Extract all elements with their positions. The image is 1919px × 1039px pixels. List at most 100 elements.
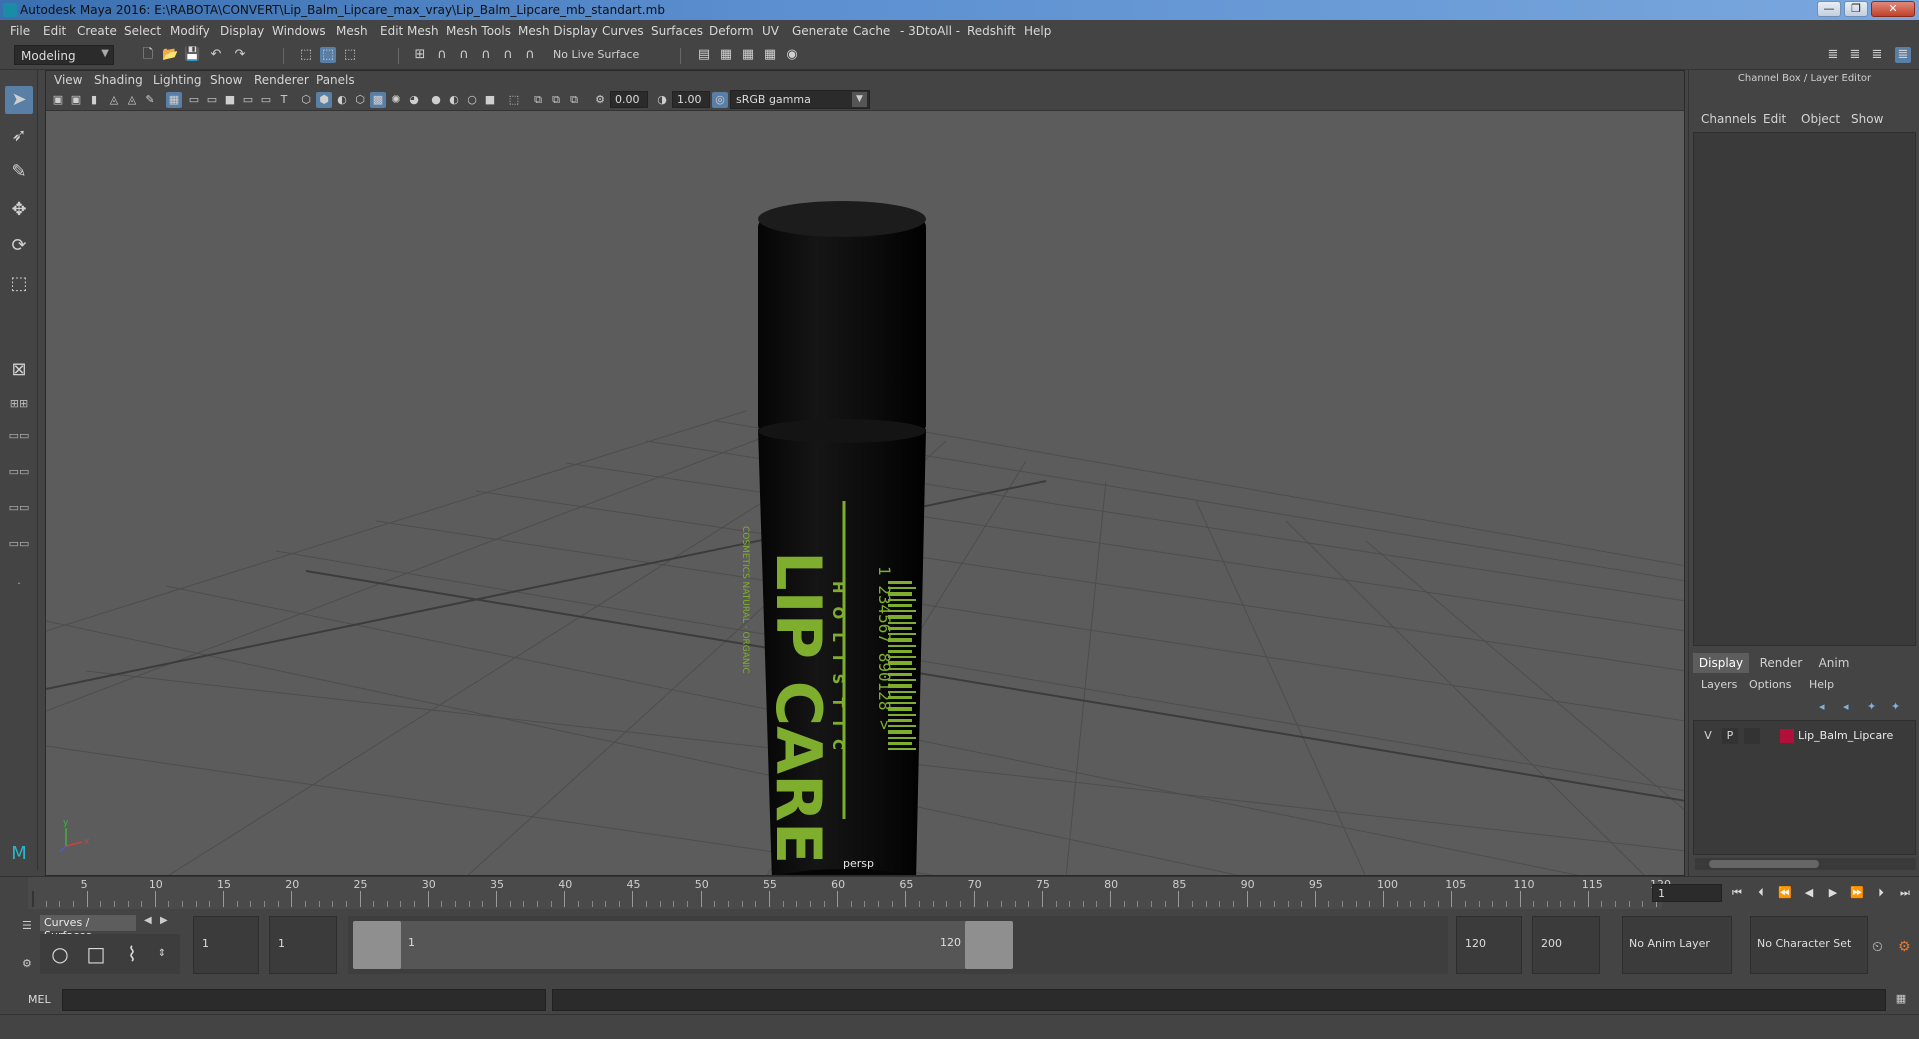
shelf-settings-icon[interactable]: ⚙: [22, 957, 32, 970]
script-editor-icon[interactable]: ▦: [1893, 992, 1909, 1008]
nurbs-square-icon[interactable]: □: [84, 942, 108, 966]
playback-end-field[interactable]: 120: [1456, 916, 1522, 974]
go-to-start-icon[interactable]: ⏮: [1728, 885, 1746, 901]
nurbs-circle-icon[interactable]: ○: [48, 942, 72, 966]
scrollbar-thumb[interactable]: [1709, 860, 1819, 868]
bookmark-icon[interactable]: ▮: [86, 92, 102, 108]
shelf-menu-icon[interactable]: ☰: [22, 919, 32, 932]
layer-list-scrollbar[interactable]: [1695, 858, 1916, 870]
textured-icon[interactable]: ▩: [370, 92, 386, 108]
menu-file[interactable]: File: [10, 24, 30, 38]
select-object-icon[interactable]: ⬚: [320, 47, 336, 63]
color-management-icon[interactable]: ◎: [712, 92, 728, 108]
menu-edit[interactable]: Edit: [43, 24, 66, 38]
menu-select[interactable]: Select: [124, 24, 161, 38]
play-forwards-icon[interactable]: ▶: [1824, 885, 1842, 901]
menu-generate[interactable]: Generate: [792, 24, 848, 38]
step-forward-frame-icon[interactable]: ⏵: [1872, 885, 1890, 901]
new-layer-icon[interactable]: ✦: [1867, 700, 1876, 713]
playback-start-field[interactable]: 1: [269, 916, 337, 974]
layer-visibility-toggle[interactable]: V: [1700, 728, 1716, 744]
move-layer-up-icon[interactable]: ◂: [1819, 700, 1825, 713]
exposure-field[interactable]: 0.00: [610, 91, 648, 108]
time-slider-track[interactable]: 5 10 15 20 25 30 35 40 45 50 55 60 65 70 75 80 85 90 95 100…: [28, 877, 1671, 921]
step-forward-key-icon[interactable]: ⏩: [1848, 885, 1866, 901]
channel-box[interactable]: [1693, 132, 1916, 646]
tab-anim[interactable]: Anim: [1809, 653, 1859, 673]
viewport-menu-panels[interactable]: Panels: [316, 73, 355, 87]
animation-end-field[interactable]: 200: [1532, 916, 1600, 974]
snap-surface-icon[interactable]: ∩: [500, 47, 516, 63]
wireframe-icon[interactable]: ⬡: [298, 92, 314, 108]
rotate-tool-icon[interactable]: ⟳: [5, 232, 33, 260]
menu-mesh-tools[interactable]: Mesh Tools: [446, 24, 511, 38]
channel-box-icon[interactable]: ≣: [1895, 47, 1911, 63]
shelf-prev-icon[interactable]: ◀: [144, 915, 152, 926]
menu-surfaces[interactable]: Surfaces: [651, 24, 703, 38]
options-menu[interactable]: Options: [1749, 678, 1791, 691]
menu-3dtoall[interactable]: - 3DtoAll -: [900, 24, 960, 38]
single-perspective-layout-icon[interactable]: ⊠: [5, 356, 33, 384]
layers-menu[interactable]: Layers: [1701, 678, 1737, 691]
motion-blur-icon[interactable]: ◐: [446, 92, 462, 108]
save-scene-icon[interactable]: 💾: [184, 47, 200, 63]
animation-start-field[interactable]: 1: [193, 916, 259, 974]
menu-deform[interactable]: Deform: [709, 24, 754, 38]
select-hierarchy-icon[interactable]: ⬚: [298, 47, 314, 63]
time-slider[interactable]: 5 10 15 20 25 30 35 40 45 50 55 60 65 70 75 80 85 90 95 100…: [0, 876, 1919, 921]
play-backwards-icon[interactable]: ◀: [1800, 885, 1818, 901]
menu-windows[interactable]: Windows: [272, 24, 326, 38]
xray-components-icon[interactable]: ⧉: [566, 92, 582, 108]
show-menu[interactable]: Show: [1851, 112, 1883, 126]
open-scene-icon[interactable]: 📂: [162, 47, 178, 63]
attribute-editor-icon[interactable]: ≣: [1847, 47, 1863, 63]
object-menu[interactable]: Object: [1801, 112, 1840, 126]
undo-icon[interactable]: ↶: [208, 47, 224, 63]
field-chart-icon[interactable]: ▭: [240, 92, 256, 108]
edit-menu[interactable]: Edit: [1763, 112, 1786, 126]
use-all-lights-icon[interactable]: ✺: [388, 92, 404, 108]
anti-aliasing-icon[interactable]: ○: [464, 92, 480, 108]
gate-mask-icon[interactable]: ■: [222, 92, 238, 108]
viewport-menu-view[interactable]: View: [54, 73, 82, 87]
camera-select-icon[interactable]: ▣: [50, 92, 66, 108]
character-set-dropdown[interactable]: No Character Set: [1750, 916, 1868, 974]
2d-pan-zoom-icon[interactable]: ◬: [124, 92, 140, 108]
shelf-tab-curves-surfaces[interactable]: Curves / Surfaces: [40, 915, 136, 942]
grid-toggle-icon[interactable]: ▦: [166, 92, 182, 108]
menu-create[interactable]: Create: [77, 24, 117, 38]
isolate-select-icon[interactable]: ⬚: [506, 92, 522, 108]
go-to-end-icon[interactable]: ⏭: [1896, 885, 1914, 901]
current-time-indicator[interactable]: 1: [28, 891, 35, 921]
new-layer-selected-icon[interactable]: ✦: [1891, 700, 1900, 713]
snap-point-icon[interactable]: ∩: [456, 47, 472, 63]
close-button[interactable]: ✕: [1871, 1, 1915, 17]
move-layer-down-icon[interactable]: ◂: [1843, 700, 1849, 713]
gamma-field[interactable]: 1.00: [672, 91, 710, 108]
snap-live-icon[interactable]: ∩: [522, 47, 538, 63]
redo-icon[interactable]: ↷: [232, 47, 248, 63]
more-layouts-icon[interactable]: ·: [6, 576, 32, 592]
select-tool-icon[interactable]: ➤: [5, 86, 33, 114]
hypershade-layout-icon[interactable]: ▭▭: [6, 500, 32, 516]
render-settings-icon[interactable]: ▤: [696, 47, 712, 63]
use-default-material-icon[interactable]: ◐: [334, 92, 350, 108]
menu-help[interactable]: Help: [1024, 24, 1051, 38]
view-transform-dropdown[interactable]: sRGB gamma ▼: [730, 90, 870, 109]
menu-uv[interactable]: UV: [762, 24, 779, 38]
tool-settings-icon[interactable]: ≣: [1869, 47, 1885, 63]
step-back-key-icon[interactable]: ⏪: [1776, 885, 1794, 901]
layer-color-swatch[interactable]: [1780, 729, 1794, 743]
shelf-scroll-icon[interactable]: ⇕: [150, 942, 174, 966]
perspective-viewport[interactable]: View Shading Lighting Show Renderer Pane…: [45, 70, 1685, 876]
select-component-icon[interactable]: ⬚: [342, 47, 358, 63]
modeling-toolkit-icon[interactable]: ≣: [1825, 47, 1841, 63]
ep-curve-tool-icon[interactable]: ⌇: [120, 942, 144, 966]
wireframe-on-shaded-icon[interactable]: ⬡: [352, 92, 368, 108]
menu-set-dropdown[interactable]: Modeling ▼: [14, 45, 114, 65]
resolution-gate-icon[interactable]: ▭: [204, 92, 220, 108]
snap-curve-icon[interactable]: ∩: [434, 47, 450, 63]
range-slider-bar-fill[interactable]: [353, 921, 1013, 969]
move-tool-icon[interactable]: ✥: [5, 196, 33, 224]
command-input-field[interactable]: [62, 989, 546, 1011]
